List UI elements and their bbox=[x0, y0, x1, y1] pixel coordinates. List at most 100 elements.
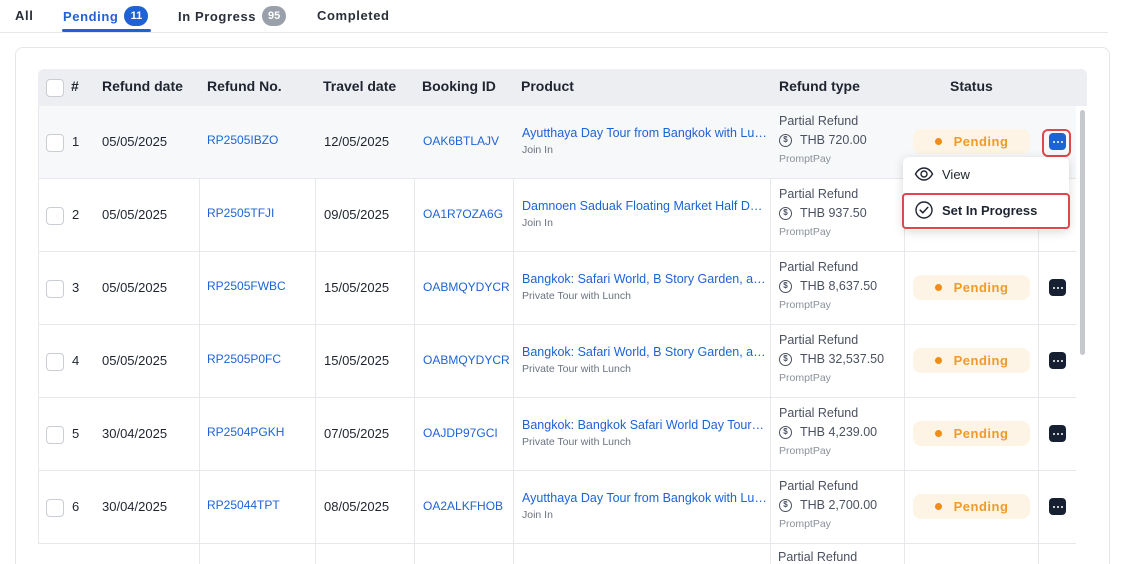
tab-all[interactable]: All bbox=[15, 8, 33, 23]
booking-id-link[interactable]: OAJDP97GCI bbox=[423, 426, 498, 440]
status-badge: Pending bbox=[913, 494, 1030, 519]
refund-type-cell: Partial Refund $ THB 8,637.50 PromptPay bbox=[779, 260, 904, 311]
refund-date: 05/05/2025 bbox=[102, 280, 168, 295]
more-actions-button[interactable] bbox=[1049, 352, 1066, 369]
row-checkbox[interactable] bbox=[46, 280, 64, 298]
tab-in-progress[interactable]: In Progress 95 bbox=[178, 6, 287, 26]
more-actions-button[interactable] bbox=[1049, 425, 1066, 442]
refund-type-cell: Partial Refund $ THB 2,700.00 PromptPay bbox=[779, 479, 904, 530]
refund-type-cell: Partial Refund $ THB 720.00 PromptPay bbox=[779, 114, 904, 165]
product-title-link[interactable]: Bangkok: Bangkok Safari World Day Tour w… bbox=[522, 418, 767, 432]
refund-date: 05/05/2025 bbox=[102, 207, 168, 222]
product-title-link[interactable]: Damnoen Saduak Floating Market Half Day … bbox=[522, 199, 767, 213]
tab-all-label: All bbox=[15, 8, 34, 23]
table-row: 6 30/04/2025 RP25044TPT 08/05/2025 OA2AL… bbox=[38, 471, 1076, 544]
travel-date: 07/05/2025 bbox=[324, 426, 390, 441]
refund-date: 05/05/2025 bbox=[102, 353, 168, 368]
row-checkbox[interactable] bbox=[46, 426, 64, 444]
booking-id-link[interactable]: OA1R7OZA6G bbox=[423, 207, 503, 221]
eye-icon bbox=[914, 164, 934, 184]
coin-icon: $ bbox=[779, 425, 792, 439]
travel-date: 12/05/2025 bbox=[324, 134, 390, 149]
refund-amount: THB 8,637.50 bbox=[800, 279, 878, 293]
refund-type: Partial Refund bbox=[778, 550, 858, 564]
refund-type-cell: Partial Refund $ THB 937.50 PromptPay bbox=[779, 187, 904, 238]
status-label: Pending bbox=[953, 426, 1009, 441]
refund-type: Partial Refund bbox=[779, 479, 859, 493]
product-cell: Bangkok: Safari World, B Story Garden, a… bbox=[522, 345, 767, 375]
booking-id-link[interactable]: OAK6BTLAJV bbox=[423, 134, 499, 148]
row-checkbox[interactable] bbox=[46, 134, 64, 152]
header-refund-type: Refund type bbox=[779, 78, 860, 94]
product-cell: Bangkok: Safari World, B Story Garden, a… bbox=[522, 272, 767, 302]
product-cell: Bangkok: Bangkok Safari World Day Tour w… bbox=[522, 418, 767, 448]
tab-completed[interactable]: Completed bbox=[317, 8, 390, 23]
coin-icon: $ bbox=[779, 279, 792, 293]
product-subtitle: Private Tour with Lunch bbox=[522, 436, 631, 448]
refund-type-cell: Partial Refund $ THB 32,537.50 PromptPay bbox=[779, 333, 904, 384]
pending-count-badge: 11 bbox=[124, 6, 149, 26]
product-title-link[interactable]: Ayutthaya Day Tour from Bangkok with Lun… bbox=[522, 491, 767, 505]
refund-no-link[interactable]: RP2505P0FC bbox=[207, 352, 281, 366]
row-checkbox[interactable] bbox=[46, 207, 64, 225]
product-subtitle: Private Tour with Lunch bbox=[522, 290, 631, 302]
row-checkbox[interactable] bbox=[46, 499, 64, 517]
product-subtitle: Join In bbox=[522, 217, 553, 229]
refund-no-link[interactable]: RP2505FWBC bbox=[207, 279, 286, 293]
set-in-progress-highlight bbox=[902, 193, 1070, 229]
refund-type-cell: Partial Refund bbox=[778, 550, 903, 564]
refund-no-link[interactable]: RP2505IBZO bbox=[207, 133, 278, 147]
refund-no-link[interactable]: RP2505TFJI bbox=[207, 206, 274, 220]
product-title-link[interactable]: Bangkok: Safari World, B Story Garden, a… bbox=[522, 345, 767, 359]
travel-date: 09/05/2025 bbox=[324, 207, 390, 222]
status-badge: Pending bbox=[913, 348, 1030, 373]
coin-icon: $ bbox=[779, 498, 792, 512]
product-cell: Ayutthaya Day Tour from Bangkok with Lun… bbox=[522, 126, 767, 156]
active-tab-indicator bbox=[62, 29, 151, 32]
status-badge: Pending bbox=[913, 421, 1030, 446]
menu-item-view[interactable]: View bbox=[903, 157, 1069, 191]
refund-type: Partial Refund bbox=[779, 333, 859, 347]
product-subtitle: Join In bbox=[522, 509, 553, 521]
refund-type: Partial Refund bbox=[779, 260, 859, 274]
more-actions-button[interactable] bbox=[1049, 498, 1066, 515]
table-scrollbar[interactable] bbox=[1080, 110, 1085, 355]
refund-amount: THB 937.50 bbox=[800, 206, 867, 220]
refund-amount: THB 2,700.00 bbox=[800, 498, 878, 512]
row-index: 1 bbox=[72, 134, 80, 149]
status-tabs: All Pending 11 In Progress 95 Completed bbox=[0, 0, 1108, 33]
header-product: Product bbox=[521, 78, 574, 94]
product-title-link[interactable]: Ayutthaya Day Tour from Bangkok with Lun… bbox=[522, 126, 767, 140]
status-dot bbox=[934, 284, 942, 291]
tab-pending[interactable]: Pending 11 bbox=[63, 6, 149, 26]
travel-date: 15/05/2025 bbox=[324, 353, 390, 368]
product-subtitle: Private Tour with Lunch bbox=[522, 363, 631, 375]
product-subtitle: Join In bbox=[522, 144, 553, 156]
travel-date: 08/05/2025 bbox=[324, 499, 390, 514]
table-header: # Refund date Refund No. Travel date Boo… bbox=[38, 69, 1087, 106]
tab-pending-label: Pending bbox=[63, 8, 119, 24]
booking-id-link[interactable]: OA2ALKFHOB bbox=[423, 499, 503, 513]
refund-amount: THB 4,239.00 bbox=[800, 425, 878, 439]
status-label: Pending bbox=[953, 353, 1009, 368]
header-booking-id: Booking ID bbox=[422, 78, 496, 94]
status-dot bbox=[934, 138, 942, 145]
select-all-checkbox[interactable] bbox=[46, 79, 64, 97]
coin-icon: $ bbox=[779, 133, 792, 147]
product-title-link[interactable]: Bangkok: Safari World, B Story Garden, a… bbox=[522, 272, 767, 286]
header-status: Status bbox=[950, 78, 993, 94]
refund-no-link[interactable]: RP25044TPT bbox=[207, 498, 280, 512]
booking-id-link[interactable]: OABMQYDYCR bbox=[423, 280, 510, 294]
status-dot bbox=[934, 430, 942, 437]
row-checkbox[interactable] bbox=[46, 353, 64, 371]
status-label: Pending bbox=[953, 134, 1009, 149]
row-index: 4 bbox=[72, 353, 80, 368]
status-dot bbox=[934, 357, 942, 364]
refund-date: 30/04/2025 bbox=[102, 499, 168, 514]
more-actions-button[interactable] bbox=[1049, 279, 1066, 296]
refund-no-link[interactable]: RP2504PGKH bbox=[207, 425, 284, 439]
booking-id-link[interactable]: OABMQYDYCR bbox=[423, 353, 510, 367]
refund-type: Partial Refund bbox=[779, 187, 859, 201]
payment-method: PromptPay bbox=[779, 226, 831, 238]
status-dot bbox=[934, 503, 942, 510]
